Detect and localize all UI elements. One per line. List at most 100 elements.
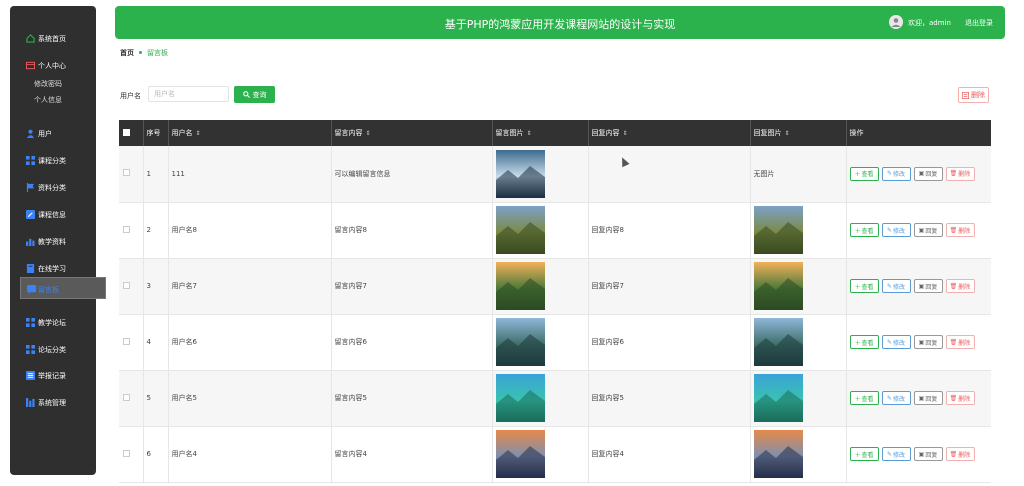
view-button[interactable]: ＋查看	[849, 166, 879, 181]
sidebar-sub-personal-info[interactable]: 个人信息	[34, 95, 62, 105]
row-reply-image-cell	[750, 370, 847, 426]
row-message: 留言内容7	[331, 258, 493, 314]
sidebar-item-report-records[interactable]: 举报记录	[10, 365, 96, 385]
header-reply[interactable]: 回复内容 ⇕	[588, 120, 751, 146]
reply-image[interactable]	[753, 206, 803, 254]
row-checkbox[interactable]	[123, 169, 130, 177]
delete-button[interactable]: 🗑 删除	[945, 279, 975, 293]
row-message: 留言内容5	[331, 370, 493, 426]
reply-image[interactable]	[753, 430, 803, 478]
sidebar-item-message-board[interactable]: 留言板	[20, 277, 106, 299]
row-reply-image-cell	[750, 314, 847, 370]
sort-icon[interactable]: ⇕	[623, 130, 628, 137]
sidebar-item-online-learning[interactable]: 在线学习	[10, 258, 96, 278]
delete-button[interactable]: 🗑 删除	[945, 166, 975, 181]
reply-image[interactable]	[753, 262, 803, 310]
message-icon	[27, 285, 36, 294]
view-button[interactable]: ＋查看	[849, 279, 879, 293]
reply-icon: ▣	[918, 394, 925, 402]
message-image[interactable]	[495, 430, 545, 478]
row-message-image-cell	[492, 370, 589, 426]
row-checkbox[interactable]	[123, 337, 130, 345]
row-checkbox[interactable]	[123, 281, 130, 289]
sidebar-item-material-category[interactable]: 资料分类	[10, 177, 96, 197]
delete-button[interactable]: 🗑 删除	[945, 335, 975, 349]
delete-button[interactable]: 🗑 删除	[945, 447, 975, 461]
sidebar-item-personal-center[interactable]: 个人中心	[10, 55, 96, 75]
message-image[interactable]	[495, 206, 545, 254]
reply-image[interactable]	[753, 374, 803, 422]
row-reply: 回复内容6	[588, 314, 751, 370]
edit-button[interactable]: ✎ 修改	[881, 166, 911, 181]
sidebar-item-teaching-material[interactable]: 教学资料	[10, 231, 96, 251]
sort-icon[interactable]: ⇕	[196, 130, 201, 137]
edit-button[interactable]: ✎ 修改	[881, 335, 911, 349]
table-row: 1 111 可以编辑留言信息 无图片＋查看 ✎ 修改 ▣ 回复 🗑 删除	[119, 146, 991, 202]
pencil-icon: ✎	[886, 170, 892, 178]
reply-icon: ▣	[918, 282, 925, 290]
sort-icon[interactable]: ⇕	[366, 130, 371, 137]
sort-icon[interactable]: ⇕	[785, 130, 790, 137]
logout-link[interactable]: 退出登录	[965, 18, 993, 28]
header-message-image[interactable]: 留言图片 ⇕	[492, 120, 589, 146]
edit-button[interactable]: ✎ 修改	[881, 391, 911, 405]
delete-button[interactable]: 🗑 删除	[945, 223, 975, 237]
row-message: 可以编辑留言信息	[331, 146, 493, 202]
row-reply-image-cell	[750, 202, 847, 258]
stats-icon	[26, 398, 35, 407]
header-message[interactable]: 留言内容 ⇕	[331, 120, 493, 146]
batch-delete-button[interactable]: 删除	[958, 87, 989, 103]
sidebar-item-user[interactable]: 用户	[10, 123, 96, 143]
message-image[interactable]	[495, 318, 545, 366]
view-button[interactable]: ＋查看	[849, 223, 879, 237]
reply-button[interactable]: ▣ 回复	[913, 166, 943, 181]
view-button[interactable]: ＋查看	[849, 335, 879, 349]
row-actions: ＋查看 ✎ 修改 ▣ 回复 🗑 删除	[846, 314, 991, 370]
reply-button[interactable]: ▣ 回复	[913, 447, 943, 461]
sidebar-item-forum-category[interactable]: 论坛分类	[10, 339, 96, 359]
reply-button[interactable]: ▣ 回复	[913, 279, 943, 293]
message-image[interactable]	[495, 149, 545, 198]
search-button[interactable]: 查询	[234, 86, 275, 103]
sidebar-item-teaching-forum[interactable]: 教学论坛	[10, 312, 96, 332]
table-header-row: 序号 用户名 ⇕ 留言内容 ⇕ 留言图片 ⇕ 回复内容 ⇕ 回复图片 ⇕ 操作	[119, 120, 991, 146]
reply-button[interactable]: ▣ 回复	[913, 391, 943, 405]
row-checkbox[interactable]	[123, 225, 130, 233]
welcome-text: 欢迎，admin	[908, 19, 951, 27]
sidebar-item-label: 教学资料	[38, 238, 66, 246]
sidebar-sub-change-password[interactable]: 修改密码	[34, 79, 62, 89]
row-checkbox[interactable]	[123, 449, 130, 457]
header-username[interactable]: 用户名 ⇕	[168, 120, 332, 146]
search-input[interactable]	[148, 86, 229, 102]
sidebar-item-label: 用户	[38, 130, 52, 138]
sidebar-item-label: 系统首页	[38, 35, 66, 43]
delete-button[interactable]: 🗑 删除	[945, 391, 975, 405]
sidebar-item-label: 举报记录	[38, 372, 66, 380]
reply-image[interactable]	[753, 318, 803, 366]
row-actions: ＋查看 ✎ 修改 ▣ 回复 🗑 删除	[846, 146, 991, 202]
reply-button[interactable]: ▣ 回复	[913, 335, 943, 349]
avatar[interactable]	[889, 15, 903, 29]
sidebar-item-home[interactable]: 系统首页	[10, 28, 96, 48]
breadcrumb-home[interactable]: 首页	[120, 49, 134, 57]
row-select-cell	[119, 370, 144, 426]
message-image[interactable]	[495, 374, 545, 422]
message-image[interactable]	[495, 262, 545, 310]
sidebar-item-system-management[interactable]: 系统管理	[10, 392, 96, 412]
row-reply	[588, 146, 751, 202]
sidebar-item-course-info[interactable]: 课程信息	[10, 204, 96, 224]
edit-button[interactable]: ✎ 修改	[881, 279, 911, 293]
edit-button[interactable]: ✎ 修改	[881, 223, 911, 237]
flag-icon	[26, 183, 35, 192]
row-reply-image-cell: 无图片	[750, 146, 847, 202]
view-button[interactable]: ＋查看	[849, 391, 879, 405]
header-reply-image[interactable]: 回复图片 ⇕	[750, 120, 847, 146]
sort-icon[interactable]: ⇕	[527, 130, 532, 137]
view-button[interactable]: ＋查看	[849, 447, 879, 461]
sidebar-item-course-category[interactable]: 课程分类	[10, 150, 96, 170]
edit-button[interactable]: ✎ 修改	[881, 447, 911, 461]
row-checkbox[interactable]	[123, 393, 130, 401]
reply-button[interactable]: ▣ 回复	[913, 223, 943, 237]
select-all-checkbox[interactable]	[123, 128, 130, 136]
table-row: 2 用户名8 留言内容8 回复内容8 ＋查看 ✎ 修改 ▣ 回复 🗑 删除	[119, 202, 991, 258]
